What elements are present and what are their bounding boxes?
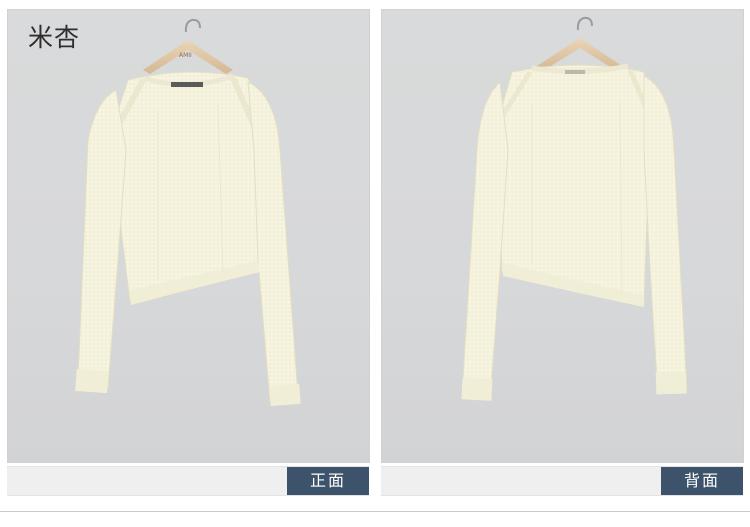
- hanger-brand-text: AMII: [179, 52, 192, 59]
- divider: [0, 511, 750, 512]
- back-caption-bar: 背面: [381, 466, 743, 496]
- front-caption-bar: 正面: [7, 466, 369, 496]
- front-view-photo: 米杏 AMII: [7, 9, 370, 463]
- front-view-tag: 正面: [287, 467, 369, 495]
- back-view-photo: [381, 9, 744, 463]
- back-view-tag: 背面: [661, 467, 743, 495]
- color-name-label: 米杏: [28, 23, 81, 52]
